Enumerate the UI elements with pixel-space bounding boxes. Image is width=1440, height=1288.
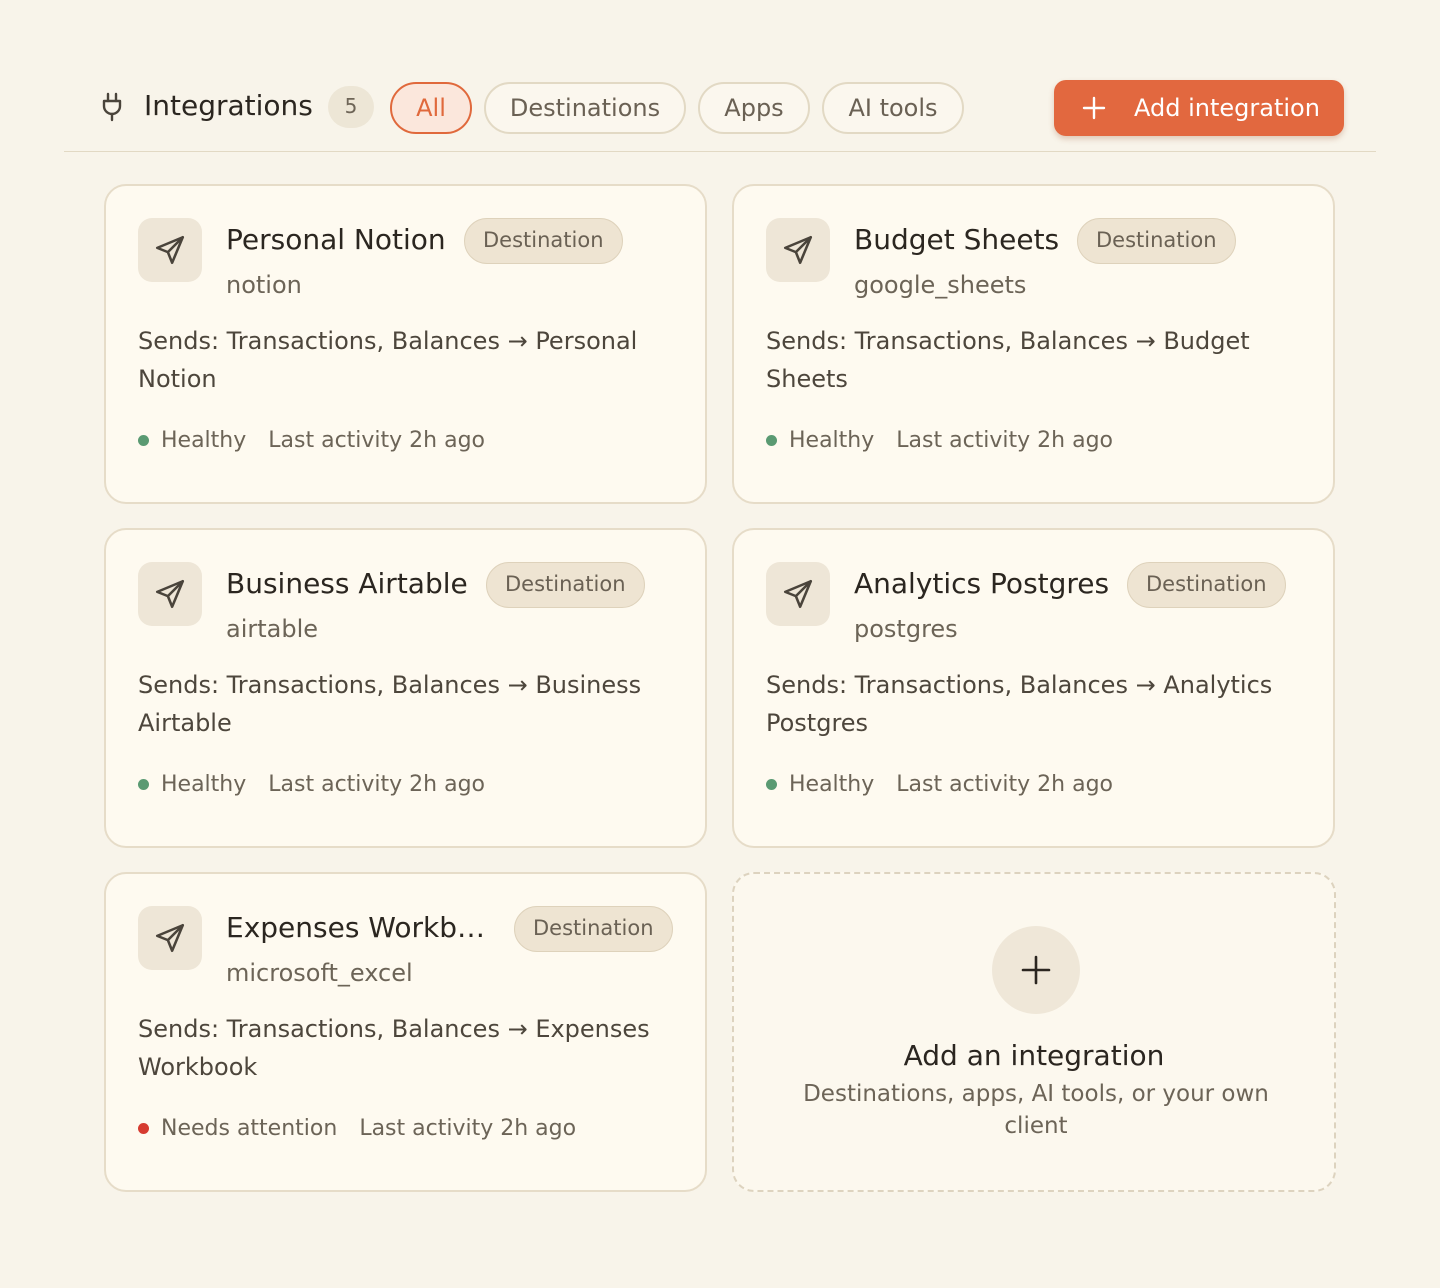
card-status-row: Healthy Last activity 2h ago xyxy=(138,426,485,456)
integration-card-expenses-workbook[interactable]: Expenses Workb… Destination microsoft_ex… xyxy=(104,872,707,1192)
card-provider: microsoft_excel xyxy=(226,959,413,987)
card-name: Analytics Postgres xyxy=(854,567,1110,600)
card-icon-box xyxy=(766,218,830,282)
plus-icon xyxy=(1021,955,1051,985)
send-icon xyxy=(783,579,813,609)
card-status-row: Healthy Last activity 2h ago xyxy=(766,770,1113,800)
last-activity: Last activity 2h ago xyxy=(359,1116,577,1141)
integration-card-business-airtable[interactable]: Business Airtable Destination airtable S… xyxy=(104,528,707,848)
card-sends-description: Sends: Transactions, Balances → Expenses… xyxy=(138,1015,650,1081)
status-label: Healthy xyxy=(789,772,875,797)
status-dot xyxy=(766,779,777,790)
card-type-badge: Destination xyxy=(486,562,645,608)
filter-apps[interactable]: Apps xyxy=(698,82,810,134)
add-integration-button[interactable]: Add integration xyxy=(1054,80,1344,136)
add-card-title: Add an integration xyxy=(903,1039,1165,1072)
card-name: Personal Notion xyxy=(226,223,446,256)
card-name: Budget Sheets xyxy=(854,223,1060,256)
card-status-row: Needs attention Last activity 2h ago xyxy=(138,1114,576,1144)
plug-icon xyxy=(102,92,122,122)
card-type-badge: Destination xyxy=(514,906,673,952)
page-title: Integrations xyxy=(144,89,313,122)
add-integration-label: Add integration xyxy=(1134,94,1320,122)
filter-ai-tools[interactable]: AI tools xyxy=(822,82,964,134)
status-label: Healthy xyxy=(161,428,247,453)
send-icon xyxy=(155,923,185,953)
status-dot xyxy=(138,1123,149,1134)
status-label: Healthy xyxy=(789,428,875,453)
last-activity: Last activity 2h ago xyxy=(268,772,486,797)
card-sends-description: Sends: Transactions, Balances → Personal… xyxy=(138,327,638,393)
add-circle xyxy=(992,926,1080,1014)
last-activity: Last activity 2h ago xyxy=(896,428,1114,453)
card-provider: postgres xyxy=(854,615,958,643)
card-icon-box xyxy=(766,562,830,626)
plus-icon xyxy=(1082,96,1106,120)
integration-card-personal-notion[interactable]: Personal Notion Destination notion Sends… xyxy=(104,184,707,504)
card-type-badge: Destination xyxy=(464,218,623,264)
card-sends-description: Sends: Transactions, Balances → Analytic… xyxy=(766,671,1273,737)
send-icon xyxy=(783,235,813,265)
integration-card-budget-sheets[interactable]: Budget Sheets Destination google_sheets … xyxy=(732,184,1335,504)
status-dot xyxy=(138,779,149,790)
status-label: Healthy xyxy=(161,772,247,797)
card-status-row: Healthy Last activity 2h ago xyxy=(138,770,485,800)
filter-destinations[interactable]: Destinations xyxy=(484,82,686,134)
card-provider: notion xyxy=(226,271,302,299)
card-provider: airtable xyxy=(226,615,319,643)
status-dot xyxy=(766,435,777,446)
filter-all[interactable]: All xyxy=(390,82,472,134)
send-icon xyxy=(155,579,185,609)
card-type-badge: Destination xyxy=(1077,218,1236,264)
integration-card-analytics-postgres[interactable]: Analytics Postgres Destination postgres … xyxy=(732,528,1335,848)
last-activity: Last activity 2h ago xyxy=(268,428,486,453)
card-sends-description: Sends: Transactions, Balances → Business… xyxy=(138,671,642,737)
status-dot xyxy=(138,435,149,446)
count-badge: 5 xyxy=(328,86,374,128)
card-icon-box xyxy=(138,906,202,970)
send-icon xyxy=(155,235,185,265)
card-sends-description: Sends: Transactions, Balances → Budget S… xyxy=(766,327,1250,393)
card-provider: google_sheets xyxy=(854,271,1027,299)
last-activity: Last activity 2h ago xyxy=(896,772,1114,797)
card-icon-box xyxy=(138,218,202,282)
card-status-row: Healthy Last activity 2h ago xyxy=(766,426,1113,456)
add-card-description: Destinations, apps, AI tools, or your ow… xyxy=(803,1081,1269,1139)
card-type-badge: Destination xyxy=(1127,562,1286,608)
card-name: Business Airtable xyxy=(226,567,468,600)
add-integration-card[interactable]: Add an integration Destinations, apps, A… xyxy=(732,872,1336,1192)
status-label: Needs attention xyxy=(161,1116,338,1141)
card-name: Expenses Workb… xyxy=(226,911,485,944)
card-icon-box xyxy=(138,562,202,626)
